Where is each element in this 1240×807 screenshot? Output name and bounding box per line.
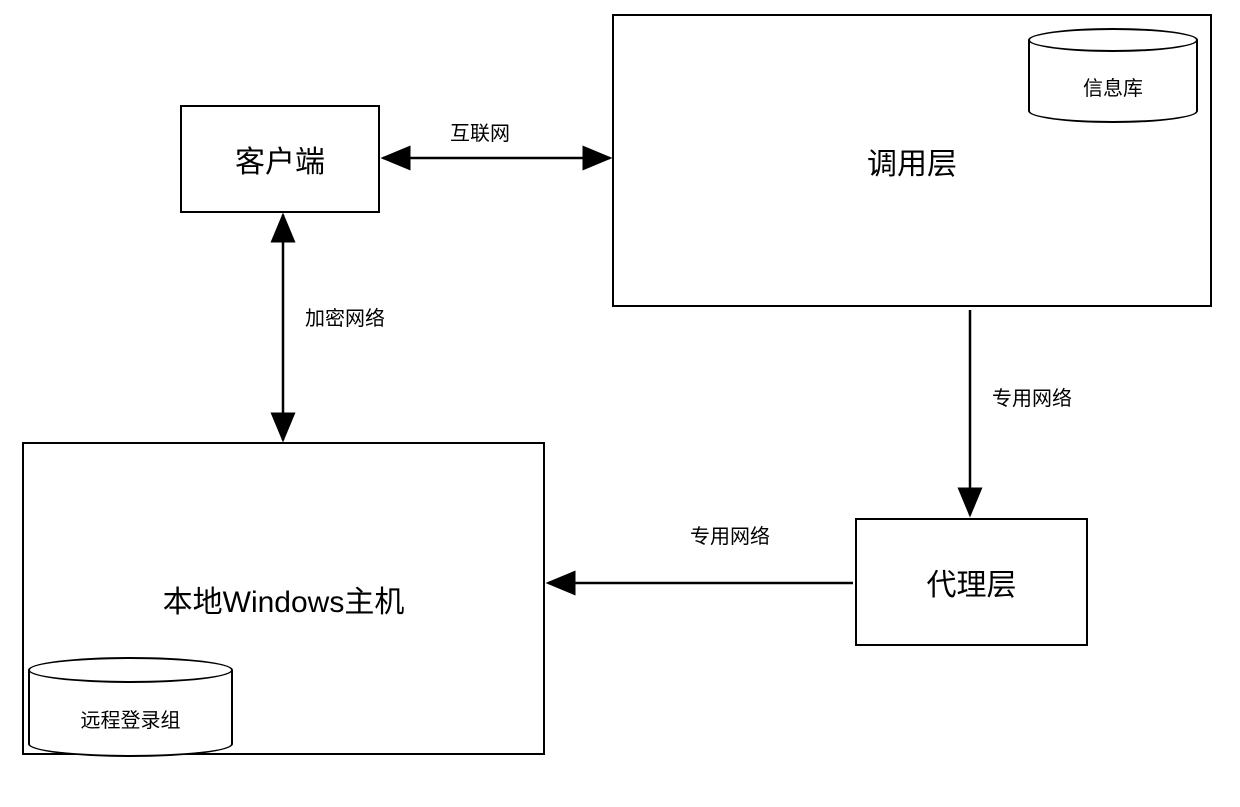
remote-group-label: 远程登录组 (28, 704, 233, 733)
edge-proxy-local-label: 专用网络 (688, 518, 772, 551)
local-host-label: 本地Windows主机 (163, 577, 405, 621)
proxy-layer-label: 代理层 (927, 560, 1017, 604)
client-box: 客户端 (180, 105, 380, 213)
proxy-layer-box: 代理层 (855, 518, 1088, 646)
info-db-cylinder: 信息库 (1028, 28, 1198, 123)
client-label: 客户端 (235, 137, 325, 181)
edge-client-invoke-label: 互联网 (448, 115, 512, 148)
info-db-label: 信息库 (1028, 72, 1198, 101)
remote-group-cylinder: 远程登录组 (28, 657, 233, 757)
invoke-layer-label: 调用层 (867, 139, 957, 183)
edge-client-local-label: 加密网络 (303, 300, 387, 333)
edge-invoke-proxy-label: 专用网络 (990, 380, 1074, 413)
